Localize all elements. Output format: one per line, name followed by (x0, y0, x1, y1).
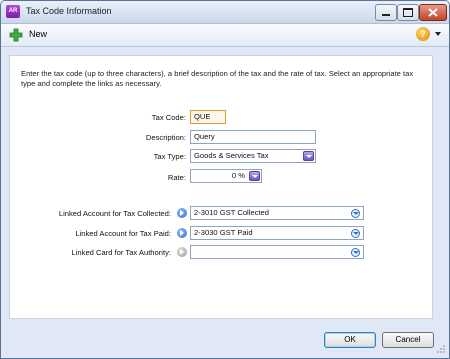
toolbar: New ? (1, 24, 449, 47)
maximize-button[interactable] (397, 4, 419, 21)
app-icon: AR (6, 5, 20, 18)
linked-paid-select[interactable]: 2-3030 GST Paid (190, 226, 364, 240)
linked-card-select[interactable] (190, 245, 364, 259)
title-bar[interactable]: AR Tax Code Information (1, 1, 449, 24)
chevron-down-icon[interactable] (351, 248, 360, 257)
linked-collected-label: Linked Account for Tax Collected: (58, 209, 171, 218)
close-icon (428, 8, 438, 17)
new-plus-icon (9, 28, 23, 42)
description-label: Description: (145, 133, 186, 142)
instructions-text: Enter the tax code (up to three characte… (21, 69, 414, 88)
linked-paid-label: Linked Account for Tax Paid: (75, 229, 171, 238)
cancel-button[interactable]: Cancel (382, 332, 434, 348)
tax-code-input[interactable]: QUE (190, 110, 226, 124)
linked-card-label: Linked Card for Tax Authority: (71, 248, 171, 257)
rate-dropdown-icon[interactable] (249, 171, 260, 181)
rate-input[interactable]: 0 % (190, 169, 262, 183)
tax-type-select[interactable]: Goods & Services Tax (190, 149, 316, 163)
new-button[interactable]: New (7, 26, 57, 44)
linked-collected-arrow-icon[interactable] (177, 208, 187, 218)
tax-type-dropdown-icon[interactable] (303, 151, 314, 161)
chevron-down-icon[interactable] (351, 209, 360, 218)
form-panel (9, 55, 433, 319)
tax-code-window: AR Tax Code Information New ? Enter the … (0, 0, 450, 359)
tax-type-value: Goods & Services Tax (194, 151, 269, 160)
window-title: Tax Code Information (26, 6, 112, 16)
minimize-button[interactable] (375, 4, 397, 21)
tax-type-label: Tax Type: (153, 152, 186, 161)
minimize-icon (382, 14, 390, 16)
chevron-down-icon[interactable] (351, 229, 360, 238)
ok-button[interactable]: OK (324, 332, 376, 348)
linked-paid-arrow-icon[interactable] (177, 228, 187, 238)
resize-grip-icon[interactable] (436, 344, 446, 354)
help-icon: ? (416, 27, 430, 41)
tax-code-label: Tax Code: (151, 113, 186, 122)
rate-value: 0 % (231, 171, 245, 180)
chevron-down-icon (435, 32, 441, 36)
linked-collected-select[interactable]: 2-3010 GST Collected (190, 206, 364, 220)
description-input[interactable]: Query (190, 130, 316, 144)
linked-collected-value: 2-3010 GST Collected (194, 208, 269, 217)
new-label: New (29, 29, 48, 39)
maximize-icon (403, 8, 413, 17)
help-button[interactable]: ? (414, 26, 444, 44)
close-button[interactable] (419, 4, 447, 21)
rate-label: Rate: (167, 173, 186, 182)
linked-paid-value: 2-3030 GST Paid (194, 228, 253, 237)
linked-card-arrow-icon[interactable] (177, 247, 187, 257)
